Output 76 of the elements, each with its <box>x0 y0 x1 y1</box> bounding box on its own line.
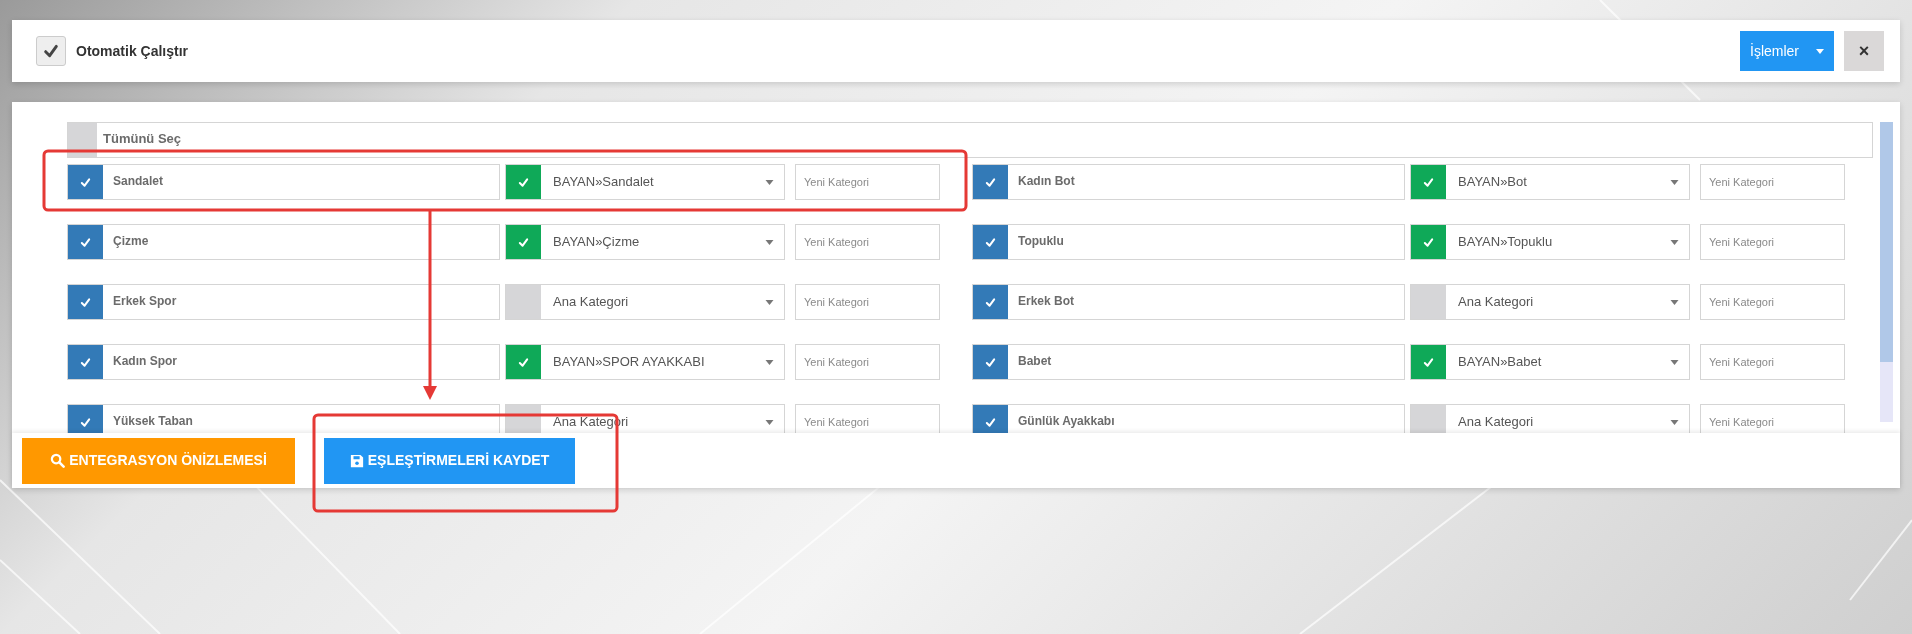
save-button[interactable]: EŞLEŞTİRMELERİ KAYDET <box>324 437 575 484</box>
check-icon <box>1423 176 1434 188</box>
check-icon <box>518 236 529 248</box>
category-select[interactable]: BAYAN»Çizme <box>505 224 785 260</box>
item-checkbox[interactable] <box>973 225 1008 259</box>
item-field[interactable]: Erkek Bot <box>972 284 1405 320</box>
check-icon <box>518 356 529 368</box>
item-field[interactable]: Kadın Bot <box>972 164 1405 200</box>
check-icon <box>80 356 91 368</box>
item-field[interactable]: Topuklu <box>972 224 1405 260</box>
item-field[interactable]: Kadın Spor <box>67 344 500 380</box>
new-category-field[interactable]: Yeni Kategori <box>1700 164 1845 200</box>
caret-icon <box>1816 48 1824 54</box>
category-select[interactable]: Ana Kategori <box>1410 284 1690 320</box>
item-checkbox[interactable] <box>973 345 1008 379</box>
new-category-field[interactable]: Yeni Kategori <box>795 164 940 200</box>
search-icon <box>50 453 66 468</box>
new-category-field[interactable]: Yeni Kategori <box>795 224 940 260</box>
check-icon <box>985 296 996 308</box>
item-checkbox[interactable] <box>68 345 103 379</box>
item-checkbox[interactable] <box>68 165 103 199</box>
save-icon <box>349 453 364 468</box>
check-icon <box>43 43 59 59</box>
category-select[interactable]: BAYAN»SPOR AYAKKABI <box>505 344 785 380</box>
caret-icon <box>765 359 774 365</box>
check-icon <box>80 296 91 308</box>
new-category-field[interactable]: Yeni Kategori <box>795 344 940 380</box>
category-select[interactable]: BAYAN»Bot <box>1410 164 1690 200</box>
new-category-field[interactable]: Yeni Kategori <box>1700 224 1845 260</box>
item-field[interactable]: Çizme <box>67 224 500 260</box>
actions-dropdown-button[interactable]: İşlemler <box>1740 31 1834 71</box>
check-icon <box>80 176 91 188</box>
check-icon <box>1423 356 1434 368</box>
check-icon <box>985 416 996 428</box>
category-select[interactable]: BAYAN»Sandalet <box>505 164 785 200</box>
check-icon <box>1423 236 1434 248</box>
category-select[interactable]: Ana Kategori <box>505 284 785 320</box>
new-category-field[interactable]: Yeni Kategori <box>1700 404 1845 433</box>
caret-icon <box>765 179 774 185</box>
category-select[interactable]: BAYAN»Topuklu <box>1410 224 1690 260</box>
check-icon <box>985 356 996 368</box>
item-field[interactable]: Babet <box>972 344 1405 380</box>
item-checkbox[interactable] <box>973 405 1008 433</box>
new-category-field[interactable]: Yeni Kategori <box>1700 344 1845 380</box>
check-icon <box>518 176 529 188</box>
category-select[interactable]: Ana Kategori <box>1410 404 1690 433</box>
auto-run-label: Otomatik Çalıştır <box>76 41 189 61</box>
caret-icon <box>765 299 774 305</box>
item-checkbox[interactable] <box>68 405 103 433</box>
item-checkbox[interactable] <box>68 285 103 319</box>
close-button[interactable]: × <box>1844 31 1884 71</box>
auto-run-checkbox[interactable] <box>36 36 66 66</box>
item-checkbox[interactable] <box>68 225 103 259</box>
category-select[interactable]: BAYAN»Babet <box>1410 344 1690 380</box>
new-category-field[interactable]: Yeni Kategori <box>795 284 940 320</box>
caret-icon <box>1670 239 1679 245</box>
caret-icon <box>765 419 774 425</box>
item-field[interactable]: Günlük Ayakkabı <box>972 404 1405 433</box>
caret-icon <box>1670 359 1679 365</box>
caret-icon <box>1670 179 1679 185</box>
item-checkbox[interactable] <box>973 285 1008 319</box>
item-field[interactable]: Sandalet <box>67 164 500 200</box>
check-icon <box>985 236 996 248</box>
new-category-field[interactable]: Yeni Kategori <box>1700 284 1845 320</box>
check-icon <box>985 176 996 188</box>
caret-icon <box>1670 299 1679 305</box>
new-category-field[interactable]: Yeni Kategori <box>795 404 940 433</box>
item-checkbox[interactable] <box>973 165 1008 199</box>
select-all-field[interactable]: Tümünü Seç <box>67 122 1873 158</box>
check-icon <box>80 236 91 248</box>
caret-icon <box>1670 419 1679 425</box>
item-field[interactable]: Erkek Spor <box>67 284 500 320</box>
select-all-checkbox[interactable] <box>68 123 97 157</box>
check-icon <box>80 416 91 428</box>
caret-icon <box>765 239 774 245</box>
item-field[interactable]: Yüksek Taban <box>67 404 500 433</box>
